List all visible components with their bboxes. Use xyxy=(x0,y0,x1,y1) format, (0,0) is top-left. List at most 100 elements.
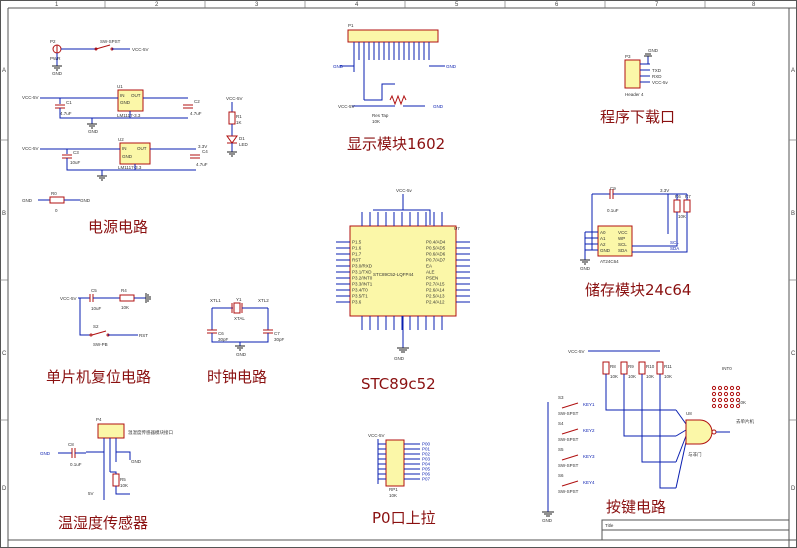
row-label-d: D xyxy=(2,486,7,492)
key-resistor-label: R11 xyxy=(664,364,672,369)
u1-out: OUT xyxy=(131,93,141,98)
mcu-right-pin-label: P0.4/AD4 xyxy=(426,240,446,245)
header-pin xyxy=(729,391,735,397)
mcu-right-pin-label: PSEN xyxy=(426,276,438,281)
storage-right-pin: VCC xyxy=(618,230,628,235)
u2-in: IN xyxy=(122,146,127,151)
storage-r2: R7 xyxy=(685,194,691,199)
key-signal-wire xyxy=(659,374,676,489)
col-label-4: 4 xyxy=(355,2,359,8)
mcu-part: STC89C52-LQFP44 xyxy=(373,272,414,277)
col-label-2: 2 xyxy=(155,2,159,8)
mcu-chip: VCC-5v U7 STC89C52-LQFP44 P1.5P1.6P1.7RS… xyxy=(336,188,470,361)
storage-r1: R6 xyxy=(675,194,681,199)
key-gate-input xyxy=(675,409,687,425)
u1-in: IN xyxy=(120,93,125,98)
mcu-left-pin-label: P1.7 xyxy=(352,252,362,257)
download-txd: TXD xyxy=(652,68,662,73)
p2-pin: PWR xyxy=(50,56,61,61)
clock-y-val: XTAL xyxy=(234,316,245,321)
sensor-gnd: GND xyxy=(131,459,142,464)
rp-val: 10K xyxy=(372,119,380,124)
header-pin xyxy=(729,385,735,391)
storage-right-pin: SDA xyxy=(618,248,627,253)
p0-pullup: VCC-5V RP1 10K P00P01P02P03P04P05P06P07 xyxy=(368,433,431,498)
keys-vcc: VCC-5V xyxy=(568,349,585,354)
reset-s: S2 xyxy=(93,324,99,329)
col-label-8: 8 xyxy=(752,2,756,8)
keys-gate: U8 xyxy=(686,411,692,416)
mcu-left-pin-label: P3.2/INT0 xyxy=(352,276,373,281)
download-rxd: RXD xyxy=(652,74,662,79)
p0-rp: RP1 xyxy=(389,487,398,492)
mcu-right-pin-label: EA xyxy=(426,264,432,269)
col-label-5: 5 xyxy=(455,2,459,8)
r1-val: 1K xyxy=(236,120,242,125)
key-signal-wire xyxy=(641,374,676,463)
storage-r-val: 10K xyxy=(678,214,686,219)
key-gate-input xyxy=(675,429,687,437)
clock-gnd: GND xyxy=(236,352,247,357)
u1-gnd-label: GND xyxy=(88,129,99,134)
section-title-sensor: 温湿度传感器 xyxy=(58,514,148,532)
section-title-download: 程序下载口 xyxy=(600,108,675,126)
u1-label: U1 xyxy=(117,84,123,89)
storage-left-pin: A2 xyxy=(600,242,606,247)
key-resistor xyxy=(620,361,628,375)
c4-val: 4.7uF xyxy=(196,162,208,167)
reset-circuit: VCC-5V C5 10uF R4 10K S2 SW-PB RST xyxy=(60,288,151,347)
download-vcc: VCC-5v xyxy=(652,80,669,85)
c3-label: C3 xyxy=(73,150,79,155)
key-resistor-value: 10K xyxy=(646,374,654,379)
s1-label: SW-SPST xyxy=(100,39,121,44)
col-label-1: 1 xyxy=(55,2,59,8)
key-resistor-label: R8 xyxy=(610,364,616,369)
mcu-right-pin-label: P2.7/A15 xyxy=(426,282,445,287)
clock-y: Y1 xyxy=(236,297,242,302)
mcu-right-pin-label: P0.7/AD7 xyxy=(426,258,446,263)
key-resistor xyxy=(638,361,646,375)
jumper-val: 0 xyxy=(55,208,58,213)
col-label-7: 7 xyxy=(655,2,659,8)
row-label-b: B xyxy=(2,211,6,217)
clock-xtl2: XTL2 xyxy=(258,298,269,303)
mcu-left-pin-label: P3.5/T1 xyxy=(352,294,368,299)
storage-left-pin: GND xyxy=(600,248,611,253)
download-gnd: GND xyxy=(648,48,659,53)
col-label-3: 3 xyxy=(255,2,259,8)
led-vcc: VCC-5V xyxy=(226,96,243,101)
jumper-gnd: GND xyxy=(22,198,33,203)
section-title-mcu: STC89c52 xyxy=(361,375,436,393)
clock-circuit: XTL1 XTL2 Y1 XTAL C6 30pF C7 30pF GND xyxy=(207,297,285,357)
reset-rst: RST xyxy=(139,333,148,338)
keys-gate-desc: 与非门 xyxy=(688,451,702,458)
d1-name: LED xyxy=(239,142,249,147)
keys-int: INT0 xyxy=(722,366,732,371)
key-net-label: KEY4 xyxy=(583,480,595,485)
key-switch-blade xyxy=(561,480,579,487)
c3-val: 10uF xyxy=(70,160,81,165)
reset-c-val: 10uF xyxy=(91,306,102,311)
header-pin xyxy=(717,385,723,391)
u2-gnd: GND xyxy=(122,154,133,159)
key-switch-ref: S6 xyxy=(558,473,564,478)
mcu-right-pin-label: P2.4/A12 xyxy=(426,300,445,305)
header-pin xyxy=(717,391,723,397)
d1-label: D1 xyxy=(239,136,245,141)
u1-gnd: GND xyxy=(120,100,131,105)
key-switch-blade xyxy=(561,428,579,435)
storage-scl: SCL xyxy=(670,240,679,245)
reset-s-val: SW-PB xyxy=(93,342,108,347)
key-switch-ref: S5 xyxy=(558,447,564,452)
header-pin xyxy=(723,391,729,397)
sensor-gnd-left: GND xyxy=(40,451,51,456)
key-resistor-value: 10K xyxy=(610,374,618,379)
row-label-a-right: A xyxy=(791,68,795,74)
p2-gnd: GND xyxy=(52,71,63,76)
display-module: P1 GND GND Res Tap 10K VCC-5V GND xyxy=(333,23,457,124)
mcu-left-pin-label: P1.5 xyxy=(352,240,362,245)
header-pin xyxy=(723,403,729,409)
p0-pin-label: P07 xyxy=(422,477,431,482)
reset-c: C5 xyxy=(91,288,97,293)
u2-part: LM1117-3.3 xyxy=(118,165,142,170)
